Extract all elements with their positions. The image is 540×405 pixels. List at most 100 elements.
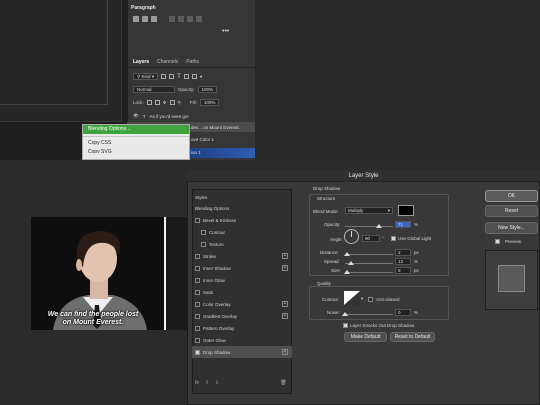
style-item[interactable]: Contour (192, 226, 292, 238)
use-global-light-checkbox[interactable] (391, 236, 396, 241)
paragraph-more-button[interactable]: ••• (222, 28, 229, 35)
move-up-icon[interactable]: ⇧ (205, 380, 209, 386)
add-effect-icon[interactable]: + (282, 349, 288, 355)
reset-to-default-button[interactable]: Reset to Default (390, 332, 435, 342)
ok-button[interactable]: OK (485, 190, 538, 202)
style-item[interactable]: Blending Options (192, 202, 292, 214)
style-item[interactable]: Inner Glow (192, 274, 292, 286)
lock-artboard-icon[interactable] (169, 100, 175, 105)
menu-item-copy-svg[interactable]: Copy SVG (83, 148, 189, 153)
align-right-icon[interactable] (151, 16, 157, 22)
style-item-checkbox[interactable] (195, 325, 200, 331)
style-item-checkbox[interactable] (201, 241, 206, 247)
style-item[interactable]: Gradient Overlay + (192, 310, 292, 322)
add-effect-icon[interactable]: + (282, 253, 288, 259)
opacity-slider[interactable] (345, 226, 393, 227)
shadow-color-swatch[interactable] (398, 205, 414, 216)
filter-type-icon[interactable]: T (177, 74, 181, 80)
reset-button[interactable]: Reset (485, 205, 538, 217)
style-item[interactable]: Bevel & Emboss (192, 214, 292, 226)
layer-blend-select[interactable]: Normal (133, 86, 175, 93)
move-down-icon[interactable]: ⇩ (215, 380, 219, 386)
distance-slider[interactable] (345, 254, 393, 255)
add-effect-icon[interactable]: + (282, 265, 288, 271)
style-item[interactable]: Drop Shadow + (192, 346, 292, 358)
filter-adjustment-icon[interactable] (169, 74, 175, 79)
distance-slider-knob[interactable] (344, 252, 351, 256)
style-item-checkbox[interactable] (195, 253, 200, 259)
style-item-checkbox[interactable] (195, 265, 200, 271)
blend-mode-select[interactable]: Multiply ▾ (345, 207, 393, 214)
style-item-checkbox[interactable] (195, 313, 200, 319)
style-item-checkbox[interactable] (195, 277, 200, 283)
style-item-checkbox[interactable] (201, 229, 206, 235)
spread-label: Spread: (324, 259, 340, 264)
angle-dial[interactable] (344, 229, 359, 244)
justify-center-icon[interactable] (178, 16, 184, 22)
contour-preview-icon[interactable] (344, 291, 360, 305)
style-item[interactable]: Color Overlay + (192, 298, 292, 310)
tab-layers[interactable]: Layers (133, 59, 149, 65)
filter-smart-icon[interactable] (191, 74, 197, 79)
layer-filter-select[interactable]: ⚲ Kind ▾ (133, 73, 159, 80)
preview-checkbox[interactable] (495, 239, 500, 244)
menu-item-copy-css[interactable]: Copy CSS (83, 139, 189, 148)
style-item[interactable]: Inner Shadow + (192, 262, 292, 274)
tab-paths[interactable]: Paths (186, 59, 199, 65)
noise-slider-knob[interactable] (342, 312, 348, 316)
tab-channels[interactable]: Channels (157, 59, 178, 65)
size-field[interactable]: 9 (395, 267, 411, 274)
new-style-button[interactable]: New Style... (485, 222, 538, 234)
style-item[interactable]: Satin (192, 286, 292, 298)
layer-name: As if you'd even go! (149, 113, 189, 119)
layer-opacity-field[interactable]: 100% (197, 86, 218, 93)
noise-slider[interactable] (345, 314, 393, 315)
distance-field[interactable]: 2 (395, 249, 411, 256)
noise-field[interactable]: 0 (395, 309, 411, 316)
spread-field[interactable]: 13 (395, 258, 411, 265)
justify-right-icon[interactable] (187, 16, 193, 22)
style-item[interactable]: Pattern Overlay (192, 322, 292, 334)
caption-line-1: We can find the people lost (47, 311, 139, 318)
size-slider-knob[interactable] (343, 270, 350, 274)
visibility-eye-icon[interactable]: 👁 (133, 113, 139, 119)
justify-all-icon[interactable] (196, 16, 202, 22)
style-item-checkbox[interactable] (195, 337, 200, 343)
align-center-icon[interactable] (142, 16, 148, 22)
style-item-checkbox[interactable] (195, 301, 200, 307)
style-item-checkbox[interactable] (195, 217, 200, 223)
filter-pixel-icon[interactable] (161, 74, 167, 79)
lock-transparent-icon[interactable] (146, 100, 152, 105)
opacity-field[interactable]: 71 (395, 221, 411, 228)
fill-field[interactable]: 100% (199, 99, 220, 106)
style-item-checkbox[interactable] (195, 349, 200, 355)
lock-position-icon[interactable]: ✥ (163, 100, 167, 106)
filter-toggle-icon[interactable]: ● (200, 74, 203, 79)
lock-image-icon[interactable] (154, 100, 160, 105)
spread-slider-knob[interactable] (348, 261, 355, 265)
make-default-button[interactable]: Make Default (344, 332, 387, 342)
menu-item-blending-options[interactable]: Blending Options... (83, 125, 189, 134)
add-effect-icon[interactable]: + (282, 313, 288, 319)
anti-aliased-checkbox[interactable] (368, 297, 373, 302)
style-item[interactable]: Outer Glow (192, 334, 292, 346)
layer-row[interactable]: 👁 T As if you'd even go! (127, 111, 255, 121)
context-menu: Blending Options... Copy CSS Copy SVG (82, 124, 190, 160)
trash-icon[interactable]: 🗑 (280, 380, 286, 386)
style-item-checkbox[interactable] (195, 289, 200, 295)
align-left-icon[interactable] (133, 16, 139, 22)
fx-icon[interactable]: fx (195, 380, 199, 386)
angle-field[interactable]: 90 (362, 235, 380, 242)
size-slider[interactable] (345, 272, 393, 273)
style-item[interactable]: Texture (192, 238, 292, 250)
justify-left-icon[interactable] (169, 16, 175, 22)
paragraph-align-buttons (133, 16, 202, 22)
filter-shape-icon[interactable] (183, 74, 189, 79)
contour-dropdown-icon[interactable]: ▾ (361, 296, 363, 302)
knockout-checkbox[interactable] (343, 323, 348, 328)
add-effect-icon[interactable]: + (282, 301, 288, 307)
style-item[interactable]: Stroke + (192, 250, 292, 262)
opacity-slider-knob[interactable] (376, 224, 383, 228)
size-label: Size: (331, 268, 342, 273)
lock-all-icon[interactable]: ⚲ (178, 100, 181, 106)
